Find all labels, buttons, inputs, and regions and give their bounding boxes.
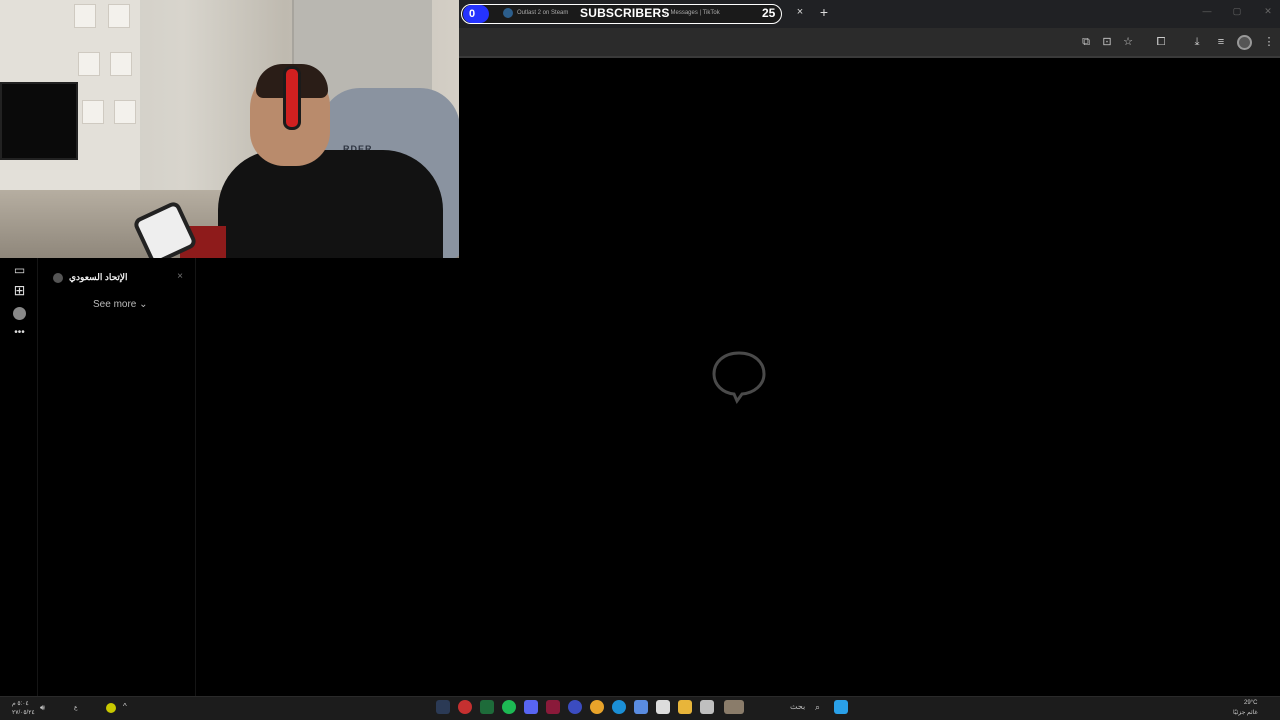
user-avatar[interactable] (13, 307, 26, 320)
community-icon (53, 273, 63, 283)
webcam-frame (108, 4, 130, 28)
left-rail (0, 258, 38, 696)
chat-bubble-icon (712, 351, 766, 405)
tab-tiktok-title: Messages | TikTok (670, 10, 720, 16)
clock-time: ٥:٠٤ م (12, 701, 29, 707)
taskbar-search-label[interactable]: بحث (790, 702, 805, 711)
kebab-menu-icon[interactable]: ⋮ (1262, 35, 1276, 49)
subscribers-count: 25 (762, 6, 776, 20)
add-square-icon[interactable]: ⊞ (12, 283, 27, 298)
webcam-overlay: RDER (0, 0, 459, 258)
webcam-tv (0, 82, 78, 160)
app-taskbar-icon[interactable] (656, 700, 670, 714)
star-icon[interactable]: ☆ (1121, 35, 1135, 49)
subscriber-counter-value: 0 (463, 5, 489, 23)
steam-taskbar-icon[interactable] (436, 700, 450, 714)
tiktok-icon: ♪ (664, 9, 668, 17)
language-indicator[interactable]: ع (74, 704, 78, 711)
sidebar-title[interactable]: الإتحاد السعودي (69, 272, 159, 283)
media-router-icon[interactable]: ⧉ (1079, 35, 1093, 49)
excel-taskbar-icon[interactable] (480, 700, 494, 714)
close-window-button[interactable]: ✕ (1261, 6, 1275, 20)
volume-icon[interactable]: 🔊︎ (40, 703, 45, 713)
tab-tiktok[interactable]: ♪ Messages | TikTok (664, 6, 754, 20)
see-more-link[interactable]: See more ⌄ (93, 299, 148, 310)
webcam-frame (74, 4, 96, 28)
tab-steam-title: Outlast 2 on Steam (517, 10, 569, 16)
tab-close-button[interactable]: × (794, 6, 806, 20)
tray-overflow-icon[interactable]: ^ (123, 702, 127, 711)
webcam-headphones (283, 66, 301, 130)
app-taskbar-icon[interactable] (546, 700, 560, 714)
maximize-button[interactable]: ▢ (1230, 6, 1244, 20)
sidebar-close-button[interactable]: × (175, 271, 185, 283)
subscribers-label: SUBSCRIBERS (580, 6, 670, 20)
webcam-frame (82, 100, 104, 124)
steam-icon (503, 8, 513, 18)
translate-icon[interactable]: ⊡ (1100, 35, 1114, 49)
webcam-frame (114, 100, 136, 124)
weather-temp: 29°C (1244, 700, 1258, 706)
minimize-button[interactable]: — (1200, 6, 1214, 20)
browser-content-divider (459, 56, 1280, 58)
webcam-frame (78, 52, 100, 76)
webcam-person-body (218, 150, 443, 258)
edge-taskbar-icon[interactable] (612, 700, 626, 714)
tray-app-icon[interactable] (106, 703, 116, 713)
comment-icon[interactable]: ▭ (12, 263, 27, 278)
app-taskbar-icon[interactable] (458, 700, 472, 714)
media-controls-icon[interactable]: ≡ (1214, 35, 1228, 49)
app-taskbar-icon[interactable] (568, 700, 582, 714)
new-tab-button[interactable]: + (817, 4, 831, 22)
webcam-frame (110, 52, 132, 76)
search-icon[interactable]: ⌕ (815, 702, 820, 713)
weather-desc: غائم جزئيًا (1233, 710, 1258, 716)
screen: RDER 0 Outlast 2 on Steam SUBSCRIBERS ♪ … (0, 0, 1280, 720)
app-taskbar-icon[interactable] (700, 700, 714, 714)
download-icon[interactable]: ⤓ (1190, 35, 1204, 49)
app-taskbar-icon[interactable] (634, 700, 648, 714)
sidebar-panel (38, 258, 196, 696)
profile-avatar[interactable] (1237, 35, 1252, 50)
file-explorer-taskbar-icon[interactable] (678, 700, 692, 714)
chrome-taskbar-icon[interactable] (590, 700, 604, 714)
start-button[interactable] (834, 700, 848, 714)
clock-date: ٢٧/٠٥/٢٤ (12, 710, 35, 716)
spotify-taskbar-icon[interactable] (502, 700, 516, 714)
extensions-icon[interactable]: ⧠ (1154, 35, 1168, 49)
discord-taskbar-icon[interactable] (524, 700, 538, 714)
app-taskbar-icon[interactable] (724, 700, 744, 714)
more-icon[interactable]: ••• (12, 325, 27, 340)
